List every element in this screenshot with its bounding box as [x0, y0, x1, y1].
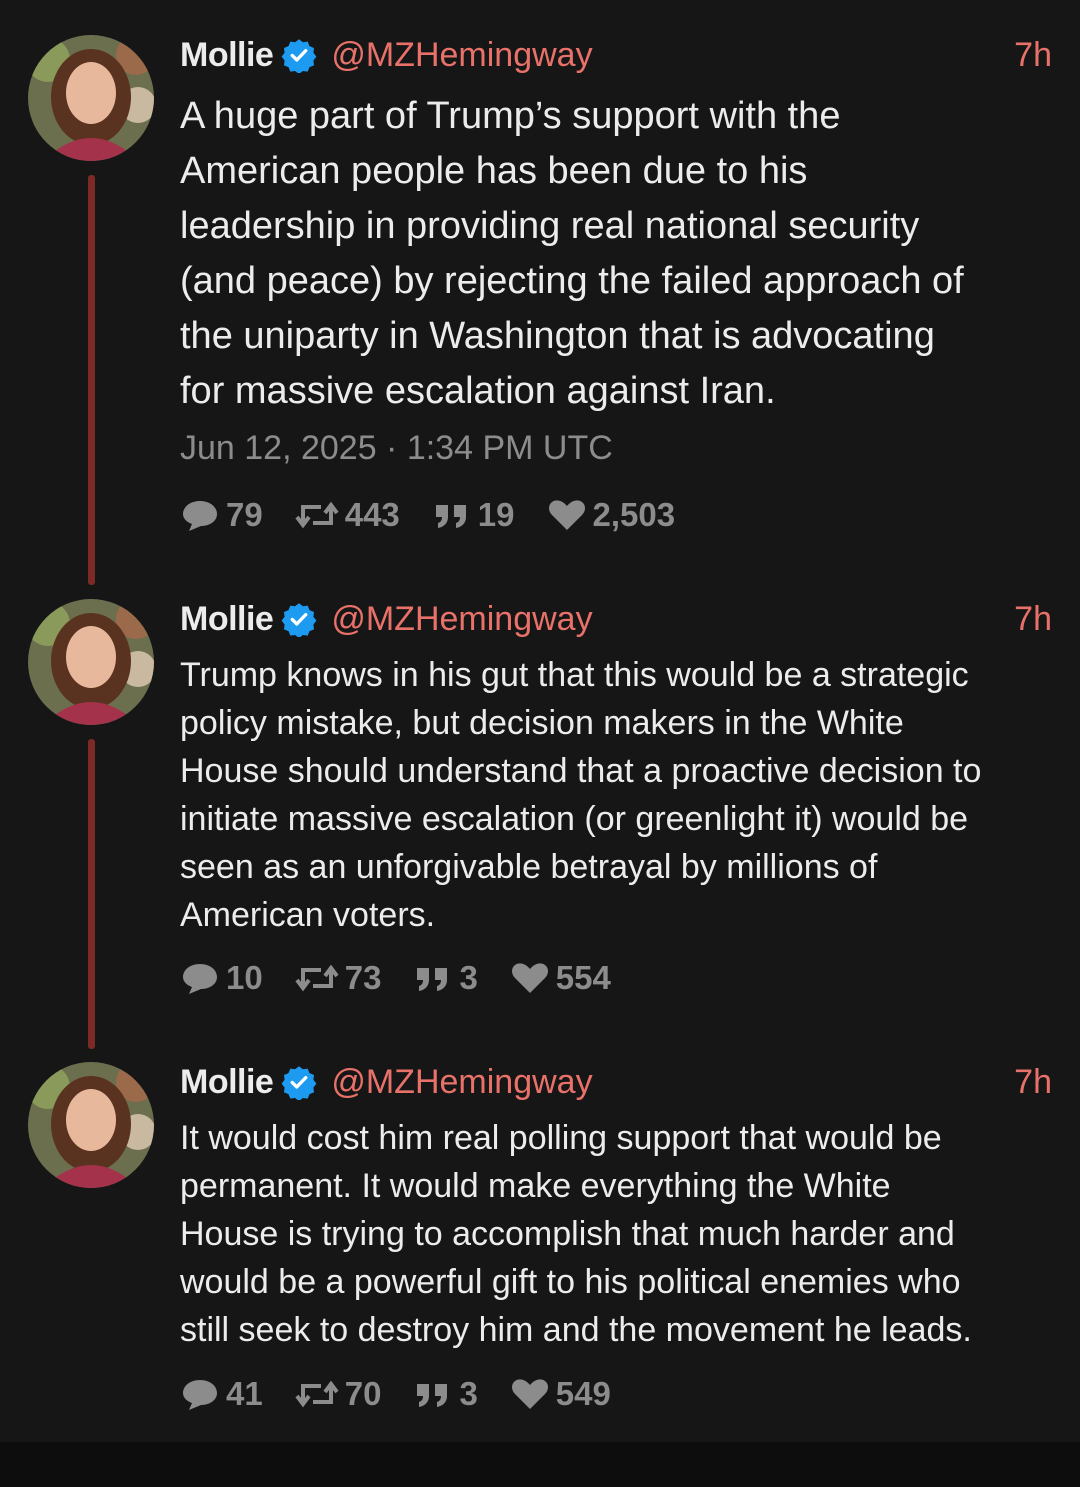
like-count: 554: [555, 959, 611, 996]
thread-connector: [88, 175, 95, 585]
heart-icon: [511, 1379, 548, 1409]
quote-count: 3: [459, 959, 478, 996]
author-name[interactable]: Mollie: [180, 36, 274, 75]
like-count: 2,503: [592, 496, 676, 533]
avatar-image: [28, 1062, 154, 1188]
tweet-timestamp[interactable]: Jun 12, 2025 · 1:34 PM UTC: [180, 429, 613, 468]
quote-stat[interactable]: 19: [432, 496, 515, 534]
like-stat[interactable]: 549: [510, 1375, 611, 1413]
quote-icon: [417, 1384, 448, 1407]
author-handle[interactable]: @MZHemingway: [331, 600, 592, 639]
like-stat[interactable]: 554: [510, 959, 611, 997]
avatar[interactable]: [28, 1062, 154, 1188]
reply-bubble-icon: [183, 964, 217, 994]
author-name[interactable]: Mollie: [180, 1063, 274, 1102]
retweet-icon: [295, 964, 339, 992]
reply-count: 10: [226, 959, 263, 996]
retweet-count: 73: [344, 959, 382, 996]
retweet-count: 70: [344, 1375, 382, 1412]
tweet-stats: 41 70 3 549: [180, 1374, 643, 1414]
tweet-text: Trump knows in his gut that this would b…: [180, 656, 982, 934]
reply-bubble-icon: [183, 501, 217, 531]
thread-connector: [88, 739, 95, 1049]
tweet-thread: Mollie @MZHemingway 7h A huge part of Tr…: [0, 0, 1080, 1442]
bottom-bar: [0, 1442, 1080, 1487]
author-handle[interactable]: @MZHemingway: [331, 36, 592, 75]
tweet-3[interactable]: Mollie @MZHemingway 7h It would cost him…: [0, 1062, 1080, 1432]
reply-count: 41: [226, 1375, 263, 1412]
retweet-stat[interactable]: 73: [295, 959, 382, 997]
heart-icon: [548, 500, 585, 530]
author-handle[interactable]: @MZHemingway: [331, 1063, 592, 1102]
retweet-icon: [295, 1380, 339, 1408]
quote-count: 3: [459, 1375, 478, 1412]
tweet-2[interactable]: Mollie @MZHemingway 7h Trump knows in hi…: [0, 599, 1080, 1049]
avatar-image: [28, 599, 154, 725]
verified-badge-icon: [281, 39, 317, 73]
tweet-stats: 79 443 19 2,503: [180, 495, 707, 535]
tweet-header: Mollie @MZHemingway 7h: [180, 599, 1052, 639]
quote-stat[interactable]: 3: [413, 1375, 478, 1413]
quote-icon: [435, 505, 466, 528]
reply-stat[interactable]: 10: [180, 959, 263, 997]
tweet-age[interactable]: 7h: [1014, 36, 1052, 75]
like-count: 549: [555, 1375, 611, 1412]
reply-count: 79: [226, 496, 263, 533]
avatar-image: [28, 35, 154, 161]
reply-stat[interactable]: 79: [180, 496, 263, 534]
retweet-count: 443: [344, 496, 400, 533]
quote-count: 19: [477, 496, 515, 533]
tweet-header: Mollie @MZHemingway 7h: [180, 1062, 1052, 1102]
heart-icon: [511, 963, 548, 993]
retweet-icon: [295, 501, 339, 529]
tweet-1[interactable]: Mollie @MZHemingway 7h A huge part of Tr…: [0, 35, 1080, 585]
tweet-text: It would cost him real polling support t…: [180, 1119, 972, 1349]
retweet-stat[interactable]: 70: [295, 1375, 382, 1413]
tweet-header: Mollie @MZHemingway 7h: [180, 35, 1052, 75]
tweet-stats: 10 73 3 554: [180, 958, 643, 998]
author-name[interactable]: Mollie: [180, 600, 274, 639]
avatar[interactable]: [28, 35, 154, 161]
avatar[interactable]: [28, 599, 154, 725]
tweet-age[interactable]: 7h: [1014, 600, 1052, 639]
retweet-stat[interactable]: 443: [295, 496, 400, 534]
quote-stat[interactable]: 3: [413, 959, 478, 997]
like-stat[interactable]: 2,503: [547, 496, 676, 534]
reply-stat[interactable]: 41: [180, 1375, 263, 1413]
verified-badge-icon: [281, 603, 317, 637]
quote-icon: [417, 968, 448, 991]
verified-badge-icon: [281, 1066, 317, 1100]
tweet-text: A huge part of Trump’s support with the …: [180, 95, 964, 412]
reply-bubble-icon: [183, 1380, 217, 1410]
tweet-age[interactable]: 7h: [1014, 1063, 1052, 1102]
